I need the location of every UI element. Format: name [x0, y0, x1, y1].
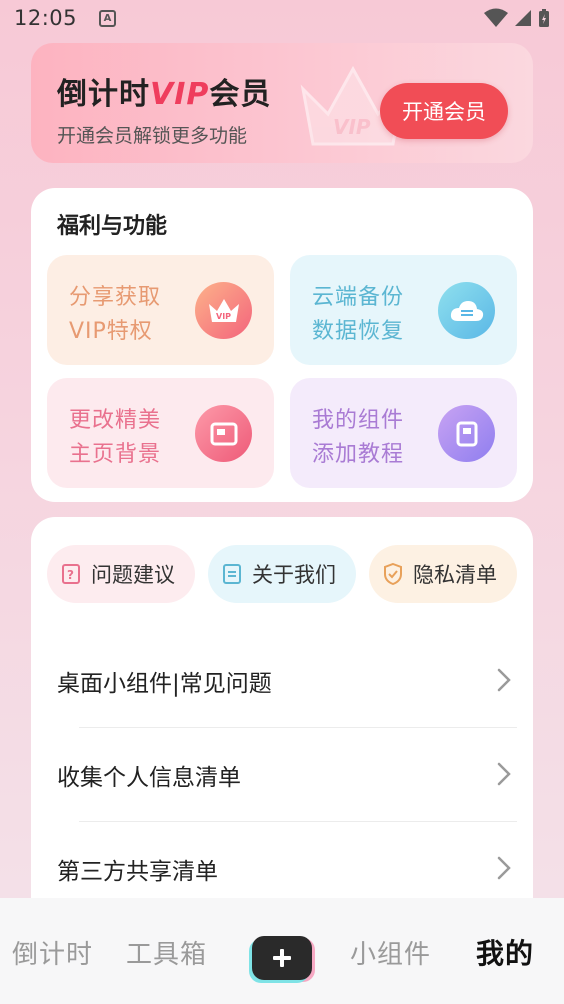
svg-text:?: ? — [67, 568, 74, 582]
document-icon — [222, 564, 242, 584]
plus-icon — [273, 949, 291, 967]
vip-title-suffix: 会员 — [209, 77, 272, 112]
row-label: 桌面小组件|常见问题 — [57, 671, 272, 697]
crown-icon-text: VIP — [216, 312, 231, 321]
chip-label: 问题建议 — [91, 563, 175, 587]
row-label: 第三方共享清单 — [57, 859, 218, 885]
vip-title: 倒计时VIP会员 — [57, 69, 271, 113]
nav-tab-mine[interactable]: 我的 — [476, 932, 534, 972]
crown-watermark-text: VIP — [333, 115, 371, 139]
notification-icon: A — [99, 9, 117, 27]
vip-title-prefix: 倒计时 — [57, 77, 150, 112]
settings-card: ? 问题建议 关于我们 隐私清单 桌面小组件|常见问题 收集个人信息清单 第三方… — [31, 517, 533, 917]
privacy-list-chip[interactable]: 隐私清单 — [369, 545, 517, 603]
cellular-signal-icon — [515, 10, 531, 26]
vip-crown-icon: VIP — [195, 282, 252, 339]
nav-tab-widgets[interactable]: 小组件 — [350, 934, 431, 971]
question-icon: ? — [61, 564, 81, 584]
status-bar: 12:05 A — [0, 0, 564, 36]
tile-line1: 分享获取 — [69, 285, 162, 310]
picture-icon — [195, 405, 252, 462]
vip-banner[interactable]: VIP 倒计时VIP会员 开通会员解锁更多功能 开通会员 — [31, 43, 533, 163]
battery-icon — [539, 9, 549, 27]
tile-line2: 数据恢复 — [312, 319, 405, 344]
chevron-right-icon — [497, 856, 511, 880]
faq-row[interactable]: 桌面小组件|常见问题 — [31, 634, 533, 728]
about-us-chip[interactable]: 关于我们 — [208, 545, 356, 603]
personal-info-list-row[interactable]: 收集个人信息清单 — [31, 728, 533, 822]
status-time: 12:05 — [14, 6, 78, 30]
tile-line1: 更改精美 — [69, 408, 162, 433]
features-heading: 福利与功能 — [57, 214, 168, 239]
add-button[interactable] — [252, 936, 312, 980]
chip-label: 隐私清单 — [413, 563, 497, 587]
tile-line1: 云端备份 — [312, 285, 405, 310]
vip-title-vip: VIP — [150, 77, 210, 112]
tile-line2: 添加教程 — [312, 442, 405, 467]
nav-tab-toolbox[interactable]: 工具箱 — [126, 934, 207, 971]
tile-line2: VIP特权 — [69, 319, 153, 344]
chevron-right-icon — [497, 762, 511, 786]
tile-line1: 我的组件 — [312, 408, 405, 433]
change-background-tile[interactable]: 更改精美 主页背景 — [47, 378, 274, 488]
vip-subtitle: 开通会员解锁更多功能 — [57, 125, 248, 147]
tile-line2: 主页背景 — [69, 442, 162, 467]
open-membership-button[interactable]: 开通会员 — [380, 83, 508, 139]
widget-icon — [438, 405, 495, 462]
features-card: 福利与功能 分享获取 VIP特权 VIP 云端备份 数据恢复 更改精美 主页背景… — [31, 188, 533, 502]
shield-check-icon — [383, 563, 403, 585]
chip-label: 关于我们 — [252, 563, 336, 587]
feedback-chip[interactable]: ? 问题建议 — [47, 545, 195, 603]
wifi-icon — [484, 8, 508, 27]
share-vip-tile[interactable]: 分享获取 VIP特权 VIP — [47, 255, 274, 365]
cloud-icon — [438, 282, 495, 339]
bottom-navigation: 倒计时 工具箱 小组件 我的 — [0, 898, 564, 1004]
nav-tab-countdown[interactable]: 倒计时 — [12, 934, 93, 971]
widget-tutorial-tile[interactable]: 我的组件 添加教程 — [290, 378, 517, 488]
chevron-right-icon — [497, 668, 511, 692]
cloud-backup-tile[interactable]: 云端备份 数据恢复 — [290, 255, 517, 365]
row-label: 收集个人信息清单 — [57, 765, 241, 791]
